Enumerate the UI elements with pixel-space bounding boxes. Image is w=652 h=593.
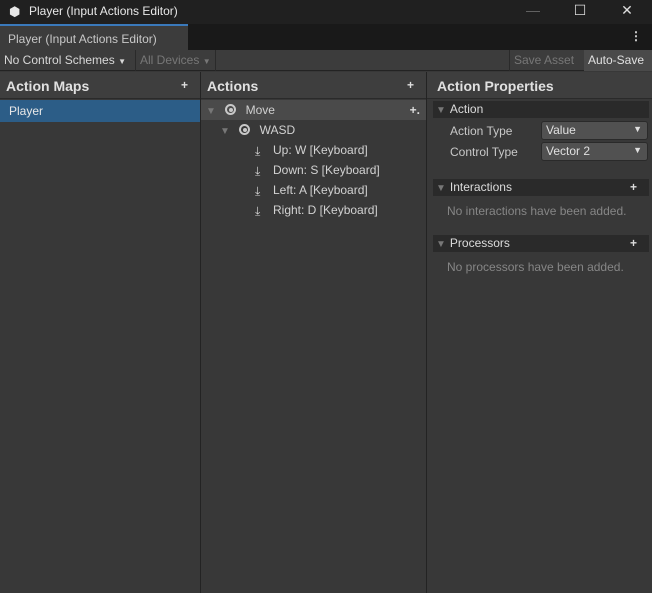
devices-dropdown[interactable]: All Devices ▼: [136, 50, 216, 71]
action-icon: [225, 104, 237, 115]
chevron-down-icon: ▼: [202, 57, 211, 66]
action-type-value: Value: [546, 123, 576, 137]
processors-section-header[interactable]: ▼ Processors +: [433, 235, 649, 252]
chevron-down-icon: ▼: [118, 57, 126, 66]
add-action-map-button[interactable]: +: [181, 78, 188, 92]
binding-icon: ⤓: [255, 184, 261, 198]
add-action-button[interactable]: +: [407, 78, 414, 92]
action-type-label: Action Type: [450, 124, 513, 138]
binding-label: Left: A [Keyboard]: [273, 183, 368, 197]
processors-section-label: Processors: [449, 236, 510, 250]
composite-row-wasd[interactable]: ▼ WASD: [201, 120, 426, 140]
binding-icon: ⤓: [255, 204, 261, 218]
add-processor-button[interactable]: +: [630, 235, 637, 252]
window-title: Player (Input Actions Editor): [29, 4, 178, 18]
collapse-arrow-icon: ▼: [436, 183, 446, 194]
binding-icon: ⤓: [255, 144, 261, 158]
composite-label: WASD: [259, 123, 296, 137]
control-schemes-dropdown[interactable]: No Control Schemes ▼: [0, 50, 136, 71]
control-schemes-label: No Control Schemes: [4, 53, 115, 67]
close-button[interactable]: ✕: [604, 0, 650, 24]
binding-icon: ⤓: [255, 164, 261, 178]
save-asset-button[interactable]: Save Asset: [509, 50, 584, 71]
interactions-section-header[interactable]: ▼ Interactions +: [433, 179, 649, 196]
action-map-item-player[interactable]: Player: [0, 100, 200, 122]
chevron-down-icon: ▼: [633, 124, 642, 134]
action-maps-header: Action Maps +: [0, 72, 200, 99]
collapse-arrow-icon: ▼: [436, 239, 446, 250]
unity-icon: ⬢: [9, 4, 21, 19]
action-label: Move: [245, 103, 275, 117]
binding-row[interactable]: ⤓ Left: A [Keyboard]: [201, 180, 426, 200]
binding-row[interactable]: ⤓ Up: W [Keyboard]: [201, 140, 426, 160]
title-bar: ⬢ Player (Input Actions Editor) — ☐ ✕: [0, 0, 652, 24]
binding-row[interactable]: ⤓ Right: D [Keyboard]: [201, 200, 426, 220]
control-type-dropdown[interactable]: Vector 2 ▼: [541, 142, 648, 161]
toolbar: No Control Schemes ▼ All Devices ▼ Save …: [0, 50, 652, 71]
actions-title: Actions: [207, 78, 259, 94]
expand-arrow-icon[interactable]: ▼: [220, 126, 230, 137]
action-type-dropdown[interactable]: Value ▼: [541, 121, 648, 140]
composite-icon: [239, 124, 251, 135]
action-maps-panel: Action Maps + Player: [0, 72, 201, 593]
control-type-value: Vector 2: [546, 144, 591, 158]
maximize-button[interactable]: ☐: [557, 0, 603, 24]
binding-row[interactable]: ⤓ Down: S [Keyboard]: [201, 160, 426, 180]
expand-arrow-icon[interactable]: ▼: [206, 106, 216, 117]
action-section-label: Action: [449, 102, 484, 116]
action-properties-header: Action Properties: [427, 72, 652, 99]
auto-save-toggle[interactable]: Auto-Save: [584, 50, 652, 71]
collapse-arrow-icon: ▼: [436, 105, 446, 116]
interactions-empty-text: No interactions have been added.: [447, 204, 627, 218]
action-maps-title: Action Maps: [6, 78, 90, 94]
more-menu-icon[interactable]: ⋮: [630, 29, 642, 43]
binding-label: Down: S [Keyboard]: [273, 163, 380, 177]
devices-label: All Devices: [140, 53, 200, 67]
binding-label: Up: W [Keyboard]: [273, 143, 368, 157]
chevron-down-icon: ▼: [633, 145, 642, 155]
action-section-header[interactable]: ▼ Action: [433, 101, 649, 118]
add-binding-button[interactable]: +.: [410, 100, 420, 120]
binding-label: Right: D [Keyboard]: [273, 203, 378, 217]
action-row-move[interactable]: ▼ Move +.: [201, 100, 426, 120]
processors-empty-text: No processors have been added.: [447, 260, 624, 274]
interactions-section-label: Interactions: [449, 180, 512, 194]
add-interaction-button[interactable]: +: [630, 179, 637, 196]
minimize-button[interactable]: —: [510, 0, 556, 24]
tab-input-actions-editor[interactable]: Player (Input Actions Editor): [0, 24, 188, 50]
actions-header: Actions +: [201, 72, 426, 99]
control-type-label: Control Type: [450, 145, 518, 159]
actions-panel: Actions + ▼ Move +. ▼ WASD ⤓ Up: W [Keyboa…: [201, 72, 427, 593]
